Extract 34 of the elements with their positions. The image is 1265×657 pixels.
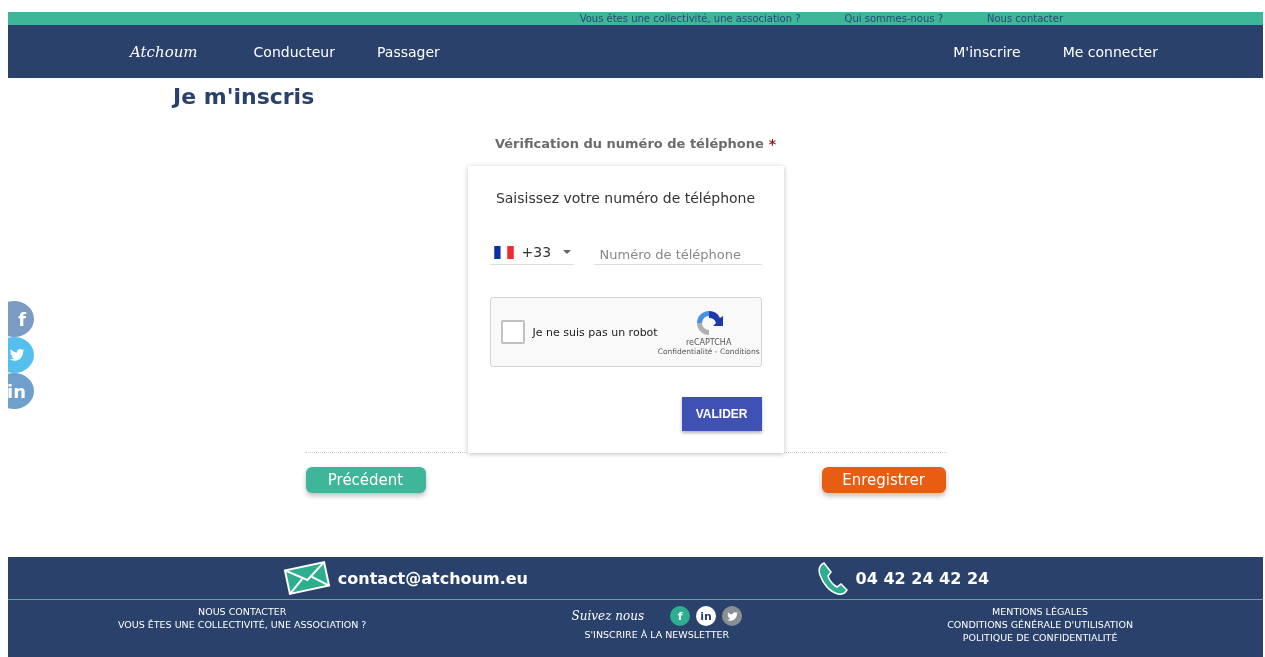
follow-label: Suivez nous <box>571 609 645 623</box>
footer-link[interactable]: NOUS CONTACTER <box>198 606 287 617</box>
caret-icon <box>563 250 572 254</box>
newsletter-link[interactable]: S'INSCRIRE À LA NEWSLETTER <box>584 629 730 640</box>
footer-link[interactable]: VOUS ÊTES UNE COLLECTIVITÉ, UNE ASSOCIATION ? <box>118 619 367 630</box>
flag-icon <box>493 245 514 259</box>
captcha-label: Je ne suis pas un robot <box>532 325 658 339</box>
footer-link[interactable]: POLITIQUE DE CONFIDENTIALITÉ <box>962 632 1118 643</box>
save-button[interactable]: Enregistrer <box>821 467 946 493</box>
logo[interactable]: Atchoum <box>130 42 198 61</box>
footer-link[interactable]: CONDITIONS GÉNÉRALE D'UTILISATION <box>947 619 1133 630</box>
bird-icon <box>8 346 26 364</box>
phone-icon <box>815 560 850 596</box>
captcha-brand: reCAPTCHA <box>685 338 732 347</box>
page-title: Je m'inscris <box>173 84 315 109</box>
top-link[interactable]: Qui sommes-nous ? <box>844 12 943 25</box>
nav-link[interactable]: Passager <box>377 43 440 60</box>
nav-link[interactable]: M'inscrire <box>953 43 1021 60</box>
prompt-text: Saisissez votre numéro de téléphone <box>494 190 757 206</box>
bird-icon <box>725 609 739 623</box>
captcha-checkbox[interactable] <box>500 320 525 344</box>
country-select[interactable]: +33 <box>489 244 574 265</box>
contact-phone: 04 42 24 42 24 <box>855 568 990 588</box>
validate-button[interactable]: VALIDER <box>681 397 762 431</box>
section-label: Vérification du numéro de téléphone <box>494 136 764 152</box>
required-mark: * <box>768 136 777 152</box>
contact-email[interactable]: contact@atchoum.eu <box>337 568 528 588</box>
top-link[interactable]: Vous êtes une collectivité, une association ? <box>579 12 801 25</box>
nav-link[interactable]: Me connecter <box>1062 43 1158 60</box>
footer-link[interactable]: MENTIONS LÉGALES <box>992 606 1089 617</box>
top-link[interactable]: Nous contacter <box>987 12 1063 25</box>
social-button[interactable] <box>722 606 743 626</box>
nav-link[interactable]: Conducteur <box>253 43 335 60</box>
social-button[interactable]: in <box>696 606 717 626</box>
